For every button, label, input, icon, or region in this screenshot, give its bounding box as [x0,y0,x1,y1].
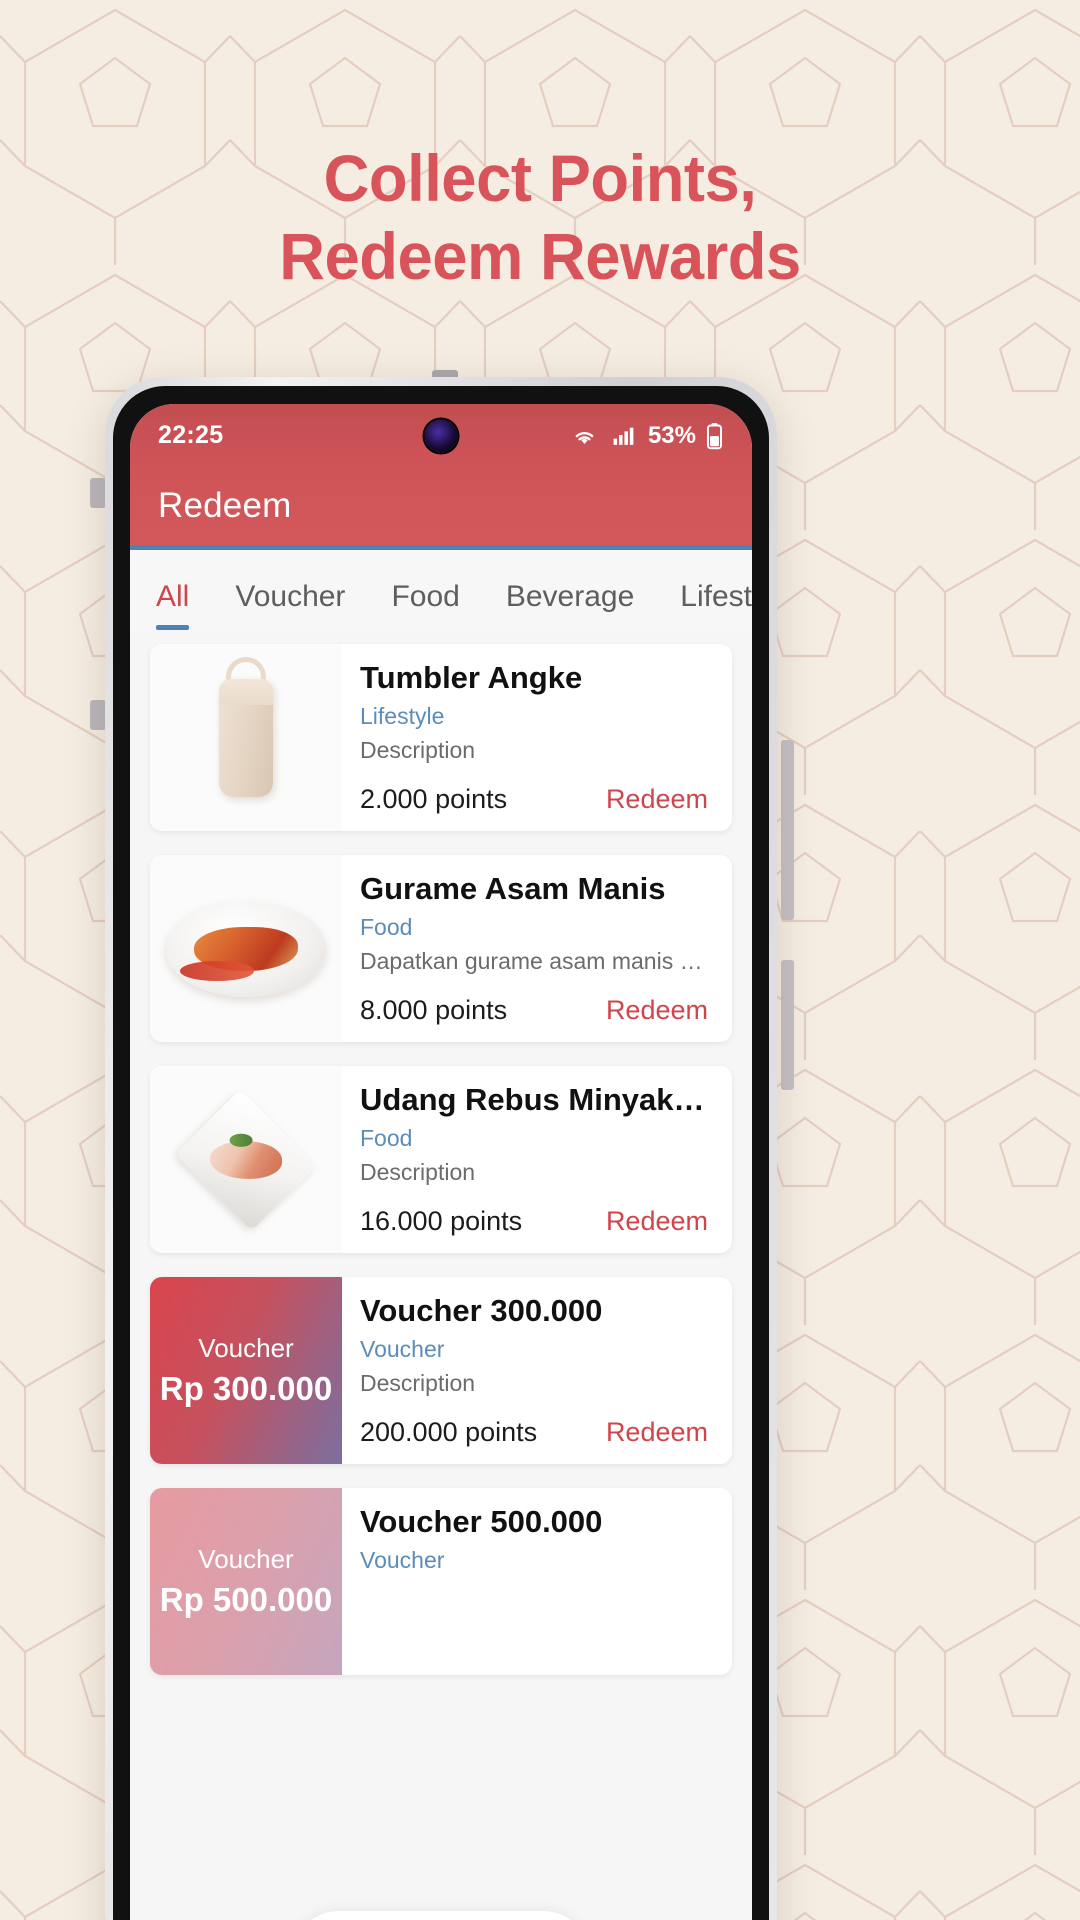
phone-volume-up-button[interactable] [90,478,106,508]
reward-card[interactable]: Gurame Asam Manis Food Dapatkan gurame a… [150,855,732,1042]
reward-footer: 2.000 points Redeem [360,782,712,817]
front-camera-punch-hole [424,419,458,452]
phone-mockup: 22:25 53% Redeem All Voucher Food Bevera… [105,377,777,1920]
reward-thumbnail: Voucher Rp 500.000 [150,1488,342,1675]
wifi-icon [575,431,594,445]
voucher-tile-label: Voucher [198,1333,294,1363]
status-time: 22:25 [158,421,224,449]
reward-details: Udang Rebus Minyak Jahe Food Description… [342,1066,732,1253]
phone-side-button[interactable] [781,960,794,1090]
app-bar: Redeem [130,467,752,550]
reward-description: Description [360,736,476,763]
page-title: Redeem [158,486,292,525]
status-icons: 53% [569,422,724,450]
reward-footer: 8.000 points Redeem [360,993,712,1028]
tab-all[interactable]: All [156,580,190,630]
tab-lifestyle[interactable]: Lifestyle [680,580,752,630]
tab-food[interactable]: Food [391,580,459,630]
reward-description: Dapatkan gurame asam manis 1 por... [360,947,712,974]
battery-percent-label: 53% [647,421,696,449]
tab-beverage[interactable]: Beverage [506,580,634,630]
reward-card[interactable]: Voucher Rp 300.000 Voucher 300.000 Vouch… [150,1277,732,1464]
fish-dish-photo-icon [166,900,326,997]
reward-card[interactable]: Udang Rebus Minyak Jahe Food Description… [150,1066,732,1253]
headline-line-2: Redeem Rewards [279,218,801,293]
phone-power-button[interactable] [781,740,794,920]
phone-volume-down-button[interactable] [90,700,106,730]
reward-category: Food [360,1124,413,1151]
reward-thumbnail [150,1066,342,1253]
redeem-button[interactable]: Redeem [602,782,712,817]
reward-thumbnail: Voucher Rp 300.000 [150,1277,342,1464]
reward-thumbnail [150,855,342,1042]
reward-title: Voucher 300.000 [360,1293,603,1328]
promo-headline: Collect Points, Redeem Rewards [22,140,1059,296]
reward-title: Voucher 500.000 [360,1504,603,1539]
phone-bezel: 22:25 53% Redeem All Voucher Food Bevera… [113,386,769,1920]
voucher-tile-label: Voucher [198,1544,294,1574]
reward-category: Voucher [360,1546,445,1573]
voucher-tile-icon: Voucher Rp 300.000 [150,1277,342,1464]
voucher-tile-amount: Rp 500.000 [159,1581,333,1618]
phone-screen: 22:25 53% Redeem All Voucher Food Bevera… [130,404,752,1920]
redeem-button[interactable]: Redeem [602,1415,712,1450]
category-tab-bar[interactable]: All Voucher Food Beverage Lifestyle [130,550,752,630]
shrimp-dish-photo-icon [175,1088,317,1231]
reward-thumbnail [150,644,342,831]
reward-description: Description [360,1158,476,1185]
reward-card[interactable]: Voucher Rp 500.000 Voucher 500.000 Vouch… [150,1488,732,1675]
reward-list[interactable]: Tumbler Angke Lifestyle Description 2.00… [130,630,752,1920]
status-bar: 22:25 53% [130,404,752,467]
reward-details: Voucher 500.000 Voucher [342,1488,732,1675]
reward-footer: 200.000 points Redeem [360,1415,712,1450]
reward-details: Voucher 300.000 Voucher Description 200.… [342,1277,732,1464]
reward-points: 2.000 points [360,784,508,814]
battery-icon [706,422,723,449]
reward-points: 8.000 points [360,995,508,1025]
reward-category: Voucher [360,1335,445,1362]
reward-title: Gurame Asam Manis [360,871,666,906]
headline-line-1: Collect Points, [323,141,757,215]
food-garnish-icon [180,926,298,981]
voucher-tile-amount: Rp 300.000 [159,1370,333,1407]
redeem-button[interactable]: Redeem [602,993,712,1028]
reward-description: Description [360,1369,476,1396]
reward-details: Gurame Asam Manis Food Dapatkan gurame a… [342,855,732,1042]
reward-title: Udang Rebus Minyak Jahe [360,1082,712,1117]
reward-details: Tumbler Angke Lifestyle Description 2.00… [342,644,732,831]
reward-points: 200.000 points [360,1417,538,1447]
gesture-navigation-pill[interactable] [291,1911,591,1920]
tab-voucher[interactable]: Voucher [235,580,345,630]
tumbler-photo-icon [219,678,273,797]
reward-card[interactable]: Tumbler Angke Lifestyle Description 2.00… [150,644,732,831]
reward-category: Lifestyle [360,702,445,729]
reward-footer: 16.000 points Redeem [360,1204,712,1239]
food-garnish-icon [209,1140,283,1179]
reward-category: Food [360,913,413,940]
reward-points: 16.000 points [360,1206,523,1236]
cellular-signal-icon [613,427,634,445]
voucher-tile-icon: Voucher Rp 500.000 [150,1488,342,1675]
reward-title: Tumbler Angke [360,660,583,695]
redeem-button[interactable]: Redeem [602,1204,712,1239]
